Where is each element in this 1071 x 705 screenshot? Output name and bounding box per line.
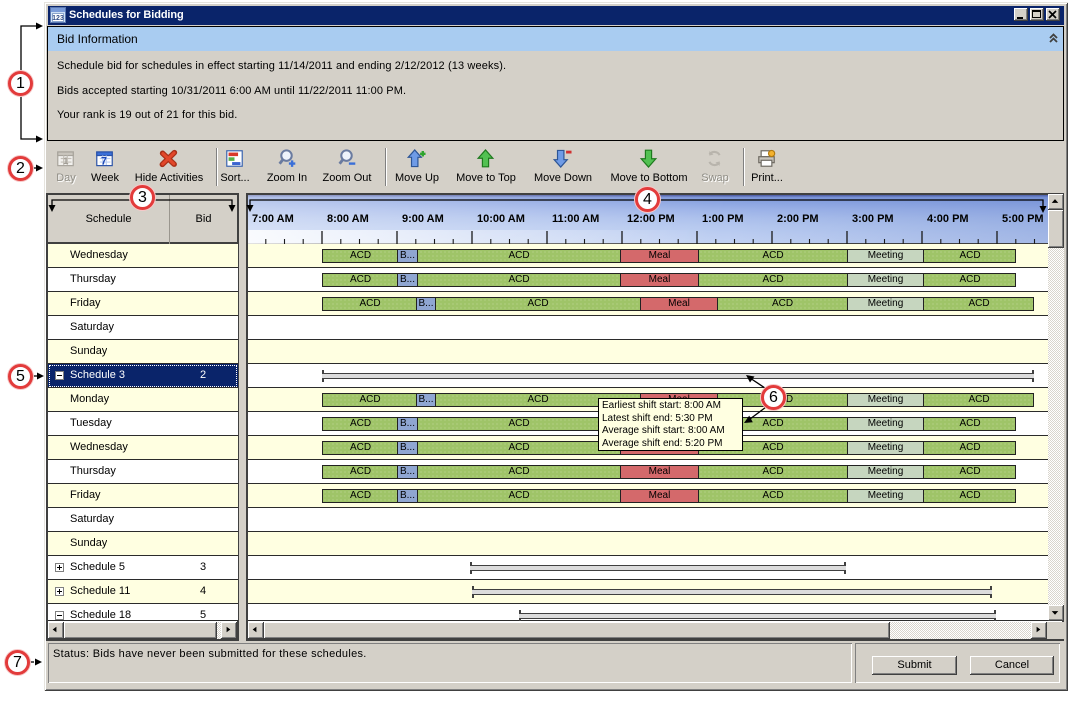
svg-text:1: 1 <box>63 156 69 167</box>
svg-text:123: 123 <box>52 15 64 22</box>
svg-text:7: 7 <box>101 155 107 167</box>
